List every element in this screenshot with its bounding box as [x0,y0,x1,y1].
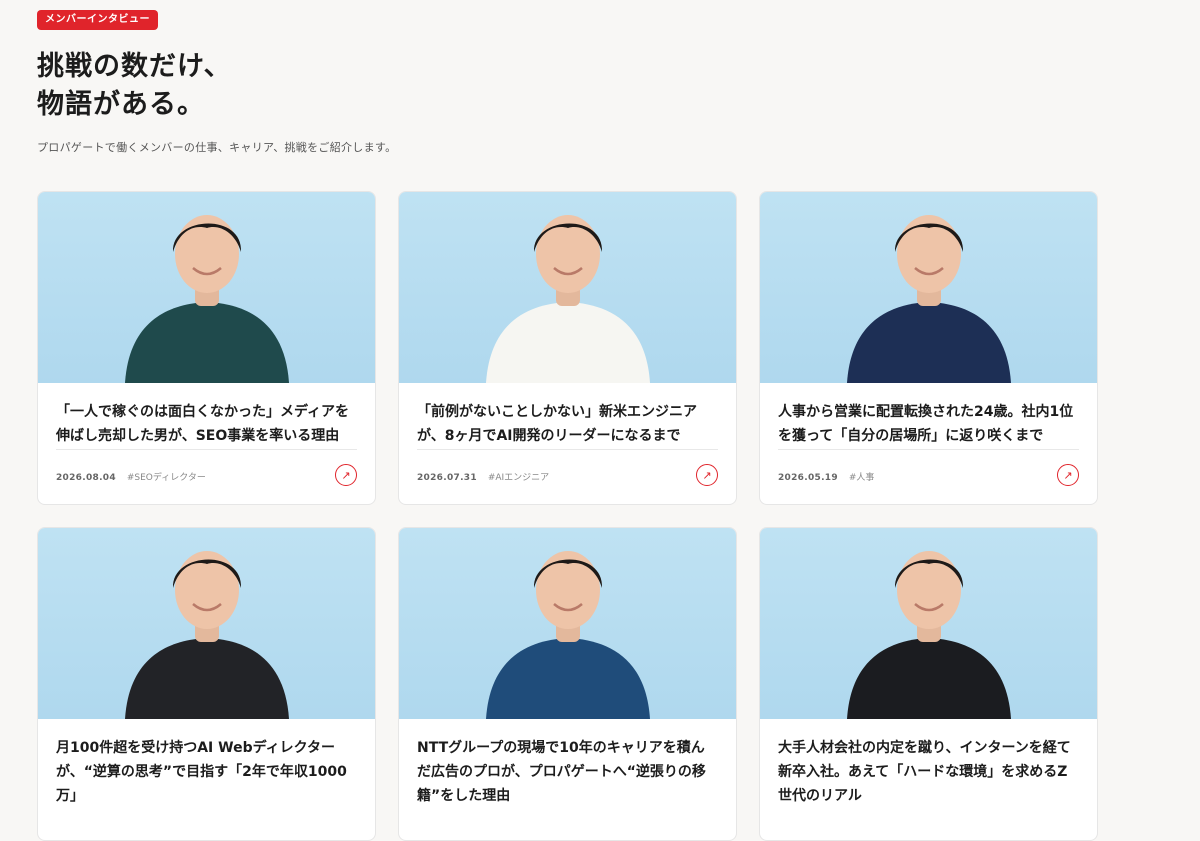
section-badge: メンバーインタビュー [37,10,158,30]
card-title: 月100件超を受け持つAI Webディレクターが、“逆算の思考”で目指す「2年で… [56,740,347,804]
section-title-line2: 物語がある。 [37,89,205,120]
member-photo [38,192,375,383]
section-title-line1: 挑戦の数だけ、 [37,51,232,82]
card-meta: 2026.07.31 #AIエンジニア [417,470,549,483]
interview-card[interactable]: 月100件超を受け持つAI Webディレクターが、“逆算の思考”で目指す「2年で… [37,527,376,841]
card-divider [778,449,1079,450]
card-tag[interactable]: #SEOディレクター [127,473,206,483]
arrow-up-right-icon[interactable]: ↗ [335,464,357,486]
member-photo [38,528,375,719]
card-title: 「一人で稼ぐのは面白くなかった」メディアを伸ばし売却した男が、SEO事業を率いる… [56,404,350,444]
section-title: 挑戦の数だけ、 物語がある。 [37,48,232,124]
card-date: 2026.08.04 [56,473,116,483]
arrow-up-right-icon[interactable]: ↗ [1057,464,1079,486]
card-divider [417,449,718,450]
card-date: 2026.05.19 [778,473,838,483]
interview-card[interactable]: 「一人で稼ぐのは面白くなかった」メディアを伸ばし売却した男が、SEO事業を率いる… [37,191,376,505]
member-photo [760,528,1097,719]
card-date: 2026.07.31 [417,473,477,483]
card-meta: 2026.08.04 #SEOディレクター [56,470,206,483]
member-photo [399,528,736,719]
card-title: 「前例がないことしかない」新米エンジニアが、8ヶ月でAI開発のリーダーになるまで [417,404,697,444]
member-photo [760,192,1097,383]
interview-card[interactable]: 人事から営業に配置転換された24歳。社内1位を獲って「自分の居場所」に返り咲くま… [759,191,1098,505]
member-photo [399,192,736,383]
interview-card[interactable]: 「前例がないことしかない」新米エンジニアが、8ヶ月でAI開発のリーダーになるまで… [398,191,737,505]
card-divider [56,449,357,450]
section-lead: プロパゲートで働くメンバーの仕事、キャリア、挑戦をご紹介します。 [37,141,397,154]
card-tag[interactable]: #人事 [849,473,875,483]
interview-card-grid: 「一人で稼ぐのは面白くなかった」メディアを伸ばし売却した男が、SEO事業を率いる… [37,191,1098,841]
arrow-up-right-icon[interactable]: ↗ [696,464,718,486]
card-tag[interactable]: #AIエンジニア [488,473,549,483]
interview-card[interactable]: 大手人材会社の内定を蹴り、インターンを経て新卒入社。あえて「ハードな環境」を求め… [759,527,1098,841]
member-interview-section: メンバーインタビュー 挑戦の数だけ、 物語がある。 プロパゲートで働くメンバーの… [0,0,1200,841]
interview-card[interactable]: NTTグループの現場で10年のキャリアを積んだ広告のプロが、プロパゲートへ“逆張… [398,527,737,841]
card-title: 大手人材会社の内定を蹴り、インターンを経て新卒入社。あえて「ハードな環境」を求め… [778,740,1071,804]
card-title: NTTグループの現場で10年のキャリアを積んだ広告のプロが、プロパゲートへ“逆張… [417,740,706,804]
card-title: 人事から営業に配置転換された24歳。社内1位を獲って「自分の居場所」に返り咲くま… [778,404,1074,444]
card-meta: 2026.05.19 #人事 [778,470,874,483]
